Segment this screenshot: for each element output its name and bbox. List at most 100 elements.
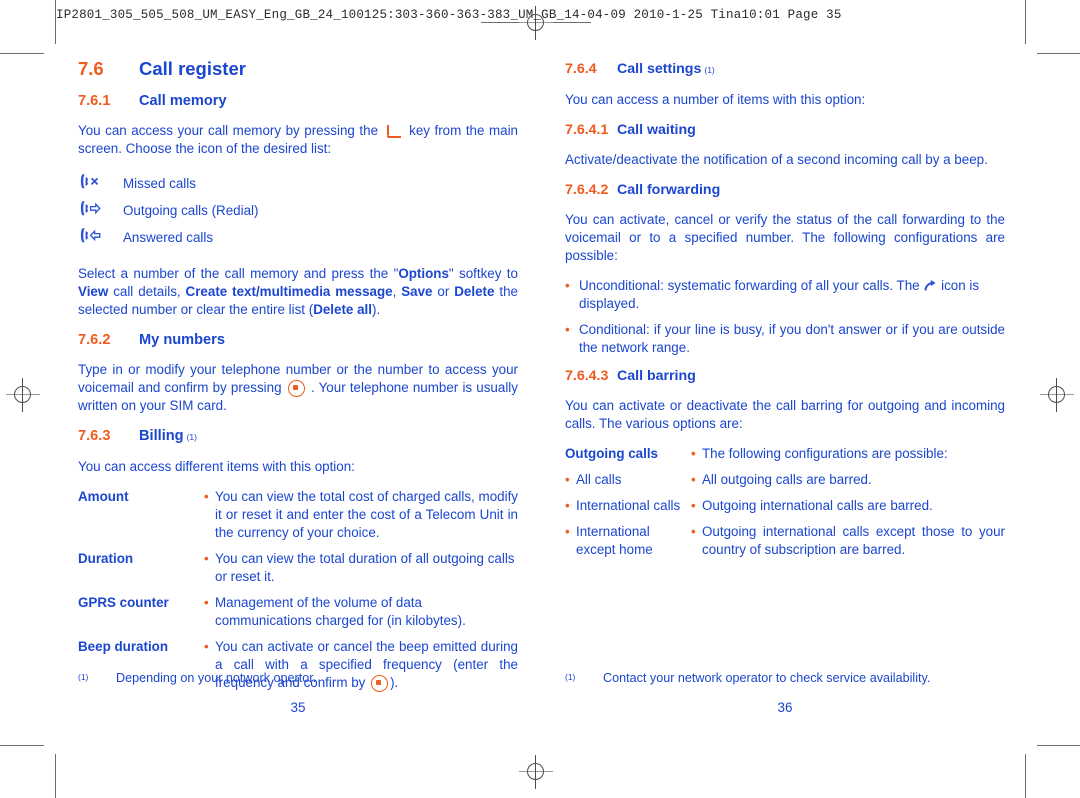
delete-all-label: Delete all xyxy=(313,302,372,317)
options-text-3: call details, xyxy=(108,284,186,299)
bullet-icon: • xyxy=(204,489,209,504)
call-key-icon xyxy=(386,124,402,138)
call-forwarding-options-list: • Unconditional: systematic forwarding o… xyxy=(565,277,1005,357)
call-memory-intro-paragraph: You can access your call memory by press… xyxy=(78,122,518,158)
my-numbers-paragraph: Type in or modify your telephone number … xyxy=(78,361,518,415)
crop-mark-bottom-left-vertical xyxy=(55,754,56,798)
table-cell-option: Outgoing calls xyxy=(565,445,691,463)
list-item-text: You can view the total cost of charged c… xyxy=(215,489,518,540)
heading-7-6-3-number: 7.6.3 xyxy=(78,428,111,444)
table-cell-option: • International calls xyxy=(565,497,691,515)
save-label: Save xyxy=(401,284,433,299)
view-label: View xyxy=(78,284,109,299)
list-item-description: • Management of the volume of data commu… xyxy=(204,594,518,630)
bullet-icon: • xyxy=(691,446,696,461)
delete-label: Delete xyxy=(454,284,495,299)
list-item-label: Outgoing calls (Redial) xyxy=(123,202,259,218)
crop-mark-bottom-right-vertical xyxy=(1025,754,1026,798)
right-page-number: 36 xyxy=(777,700,793,715)
list-item: • Conditional: if your line is busy, if … xyxy=(565,321,1005,357)
billing-intro-paragraph: You can access different items with this… xyxy=(78,459,355,474)
list-item: Amount • You can view the total cost of … xyxy=(78,488,518,542)
list-item: Outgoing calls (Redial) xyxy=(78,197,518,224)
call-waiting-paragraph: Activate/deactivate the notification of … xyxy=(565,152,988,167)
table-row: • All calls • All outgoing calls are bar… xyxy=(565,471,1005,489)
list-item: Duration • You can view the total durati… xyxy=(78,550,518,586)
heading-7-6-4-1-title: Call waiting xyxy=(617,122,696,138)
registration-mark-bottom-center xyxy=(519,755,553,789)
heading-7-6-3-footnote-mark: (1) xyxy=(186,432,197,442)
table-cell-text: The following configurations are possibl… xyxy=(702,446,948,461)
crop-mark-bottom-left-horizontal xyxy=(0,745,44,746)
call-type-list: Missed calls Outgoing calls (Redial) Ans… xyxy=(78,170,518,251)
heading-7-6-4-footnote-mark: (1) xyxy=(704,65,715,75)
options-text-5: or xyxy=(432,284,455,299)
crop-mark-bottom-right-horizontal xyxy=(1037,745,1080,746)
list-item-text: Unconditional: systematic forwarding of … xyxy=(579,277,1005,313)
list-item-description: • You can view the total cost of charged… xyxy=(204,488,518,542)
list-item-label: Answered calls xyxy=(123,229,214,245)
print-slug-line: IP2801_305_505_508_UM_EASY_Eng_GB_24_100… xyxy=(56,8,842,22)
left-footnote-text: Depending on your notwork opertor. xyxy=(116,671,317,685)
crop-mark-top-right-horizontal xyxy=(1037,53,1080,54)
call-settings-intro-paragraph: You can access a number of items with th… xyxy=(565,92,866,107)
heading-7-6-2-number: 7.6.2 xyxy=(78,332,111,348)
table-cell-text: Outgoing international calls are barred. xyxy=(702,498,933,513)
bullet-icon: • xyxy=(204,551,209,566)
table-cell-label: International calls xyxy=(576,498,681,513)
right-footnote-text: Contact your network operator to check s… xyxy=(603,671,931,685)
heading-7-6-4-3-number: 7.6.4.3 xyxy=(565,368,609,384)
heading-7-6-1-title: Call memory xyxy=(139,93,227,109)
table-cell-description: • Outgoing international calls are barre… xyxy=(691,497,1005,515)
crop-mark-top-left-horizontal xyxy=(0,53,44,54)
heading-7-6-3: 7.6.3 Billing (1) xyxy=(78,427,518,446)
answered-call-icon xyxy=(78,226,123,250)
heading-7-6-4-3: 7.6.4.3 Call barring xyxy=(565,367,1005,385)
heading-7-6-2-title: My numbers xyxy=(139,332,225,348)
right-footnote-mark: (1) xyxy=(565,672,576,682)
list-item-term: GPRS counter xyxy=(78,595,169,610)
left-footnote: (1) Depending on your notwork opertor. xyxy=(78,671,518,685)
heading-7-6-4-2-number: 7.6.4.2 xyxy=(565,182,609,198)
left-page-number: 35 xyxy=(290,700,306,715)
options-text-4: , xyxy=(392,284,402,299)
missed-call-icon xyxy=(78,172,123,196)
table-row: Outgoing calls • The following configura… xyxy=(565,445,1005,463)
table-cell-description: • Outgoing international calls except th… xyxy=(691,523,1005,559)
table-cell-label: International except home xyxy=(576,524,653,557)
call-barring-options-table: Outgoing calls • The following configura… xyxy=(565,445,1005,559)
crop-mark-top-left-vertical xyxy=(55,0,56,44)
list-item-term: Amount xyxy=(78,489,129,504)
list-item: • Unconditional: systematic forwarding o… xyxy=(565,277,1005,313)
bullet-icon: • xyxy=(691,472,696,487)
create-message-label: Create text/multimedia message xyxy=(185,284,393,299)
heading-7-6-1: 7.6.1 Call memory xyxy=(78,92,518,110)
heading-7-6-4-1-number: 7.6.4.1 xyxy=(565,122,609,138)
heading-7-6-4-title: Call settings xyxy=(617,61,702,77)
call-options-paragraph: Select a number of the call memory and p… xyxy=(78,265,518,319)
right-footnote: (1) Contact your network operator to che… xyxy=(565,671,1005,685)
crop-mark-top-right-vertical xyxy=(1025,0,1026,44)
table-cell-description: • All outgoing calls are barred. xyxy=(691,471,1005,489)
bullet-icon: • xyxy=(565,322,570,337)
options-softkey-label: Options xyxy=(398,266,449,281)
left-footnote-mark: (1) xyxy=(78,672,89,682)
heading-7-6-number: 7.6 xyxy=(78,58,104,79)
call-memory-intro-part1: You can access your call memory by press… xyxy=(78,123,379,138)
heading-7-6-4-2-title: Call forwarding xyxy=(617,182,721,198)
outgoing-call-icon xyxy=(78,199,123,223)
table-row: • International except home • Outgoing i… xyxy=(565,523,1005,559)
bullet-icon: • xyxy=(691,524,696,539)
call-forward-icon xyxy=(923,279,937,293)
crop-mark-top-center-left xyxy=(481,22,521,23)
heading-7-6-4-number: 7.6.4 xyxy=(565,61,597,77)
table-cell-text: Outgoing international calls except thos… xyxy=(702,524,1005,557)
table-cell-label: All calls xyxy=(576,472,622,487)
left-column: 7.6 Call register 7.6.1 Call memory You … xyxy=(78,58,518,700)
bullet-icon: • xyxy=(565,524,570,539)
list-item: Answered calls xyxy=(78,224,518,251)
bullet-icon: • xyxy=(204,595,209,610)
table-cell-text: All outgoing calls are barred. xyxy=(702,472,872,487)
table-cell-option: • All calls xyxy=(565,471,691,489)
list-item-term: Duration xyxy=(78,551,134,566)
